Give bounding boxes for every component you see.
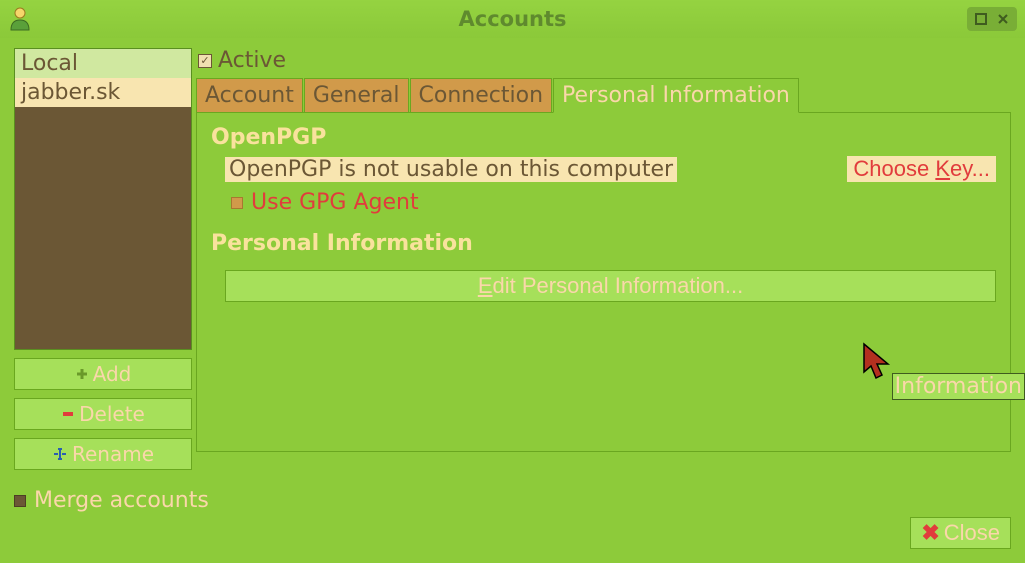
- window-controls: [967, 7, 1017, 31]
- account-list-item[interactable]: jabber.sk: [15, 78, 191, 107]
- gpg-agent-label: Use GPG Agent: [251, 190, 419, 215]
- openpgp-title: OpenPGP: [211, 125, 996, 150]
- tab-general[interactable]: General: [304, 78, 409, 112]
- tab-account[interactable]: Account: [196, 78, 303, 112]
- close-x-icon: ✖: [921, 520, 939, 546]
- edit-personal-info-button[interactable]: Edit Personal Information...: [225, 270, 996, 302]
- tab-personal-information[interactable]: Personal Information: [553, 78, 799, 113]
- app-icon: [6, 5, 34, 33]
- tooltip: Information: [892, 373, 1025, 400]
- window-title: Accounts: [458, 7, 566, 31]
- merge-accounts-label: Merge accounts: [34, 488, 209, 513]
- rename-label: Rename: [72, 442, 154, 466]
- close-button[interactable]: ✖ Close: [910, 517, 1011, 549]
- titlebar: Accounts: [0, 0, 1025, 38]
- tab-panel: OpenPGP OpenPGP is not usable on this co…: [196, 112, 1011, 452]
- add-button[interactable]: Add: [14, 358, 192, 390]
- account-list[interactable]: Local jabber.sk: [14, 48, 192, 350]
- tab-bar: Account General Connection Personal Info…: [196, 77, 1011, 112]
- add-label: Add: [93, 362, 132, 386]
- tab-connection[interactable]: Connection: [410, 78, 552, 112]
- openpgp-status: OpenPGP is not usable on this computer: [225, 157, 677, 182]
- account-list-item[interactable]: Local: [15, 49, 191, 78]
- delete-label: Delete: [79, 402, 145, 426]
- delete-button[interactable]: Delete: [14, 398, 192, 430]
- close-icon[interactable]: [993, 9, 1013, 29]
- personal-info-title: Personal Information: [211, 231, 996, 256]
- content: Local jabber.sk Add Delete: [0, 38, 1025, 563]
- active-label: Active: [218, 48, 286, 73]
- merge-accounts-checkbox[interactable]: [14, 495, 26, 507]
- rename-icon: [52, 447, 68, 461]
- active-checkbox[interactable]: ✓: [198, 54, 212, 68]
- close-label: Close: [944, 520, 1000, 546]
- rename-button[interactable]: Rename: [14, 438, 192, 470]
- choose-key-button[interactable]: Choose Key...: [847, 156, 996, 182]
- plus-icon: [75, 367, 89, 381]
- maximize-icon[interactable]: [971, 9, 991, 29]
- gpg-agent-checkbox[interactable]: [231, 197, 243, 209]
- minus-icon: [61, 407, 75, 421]
